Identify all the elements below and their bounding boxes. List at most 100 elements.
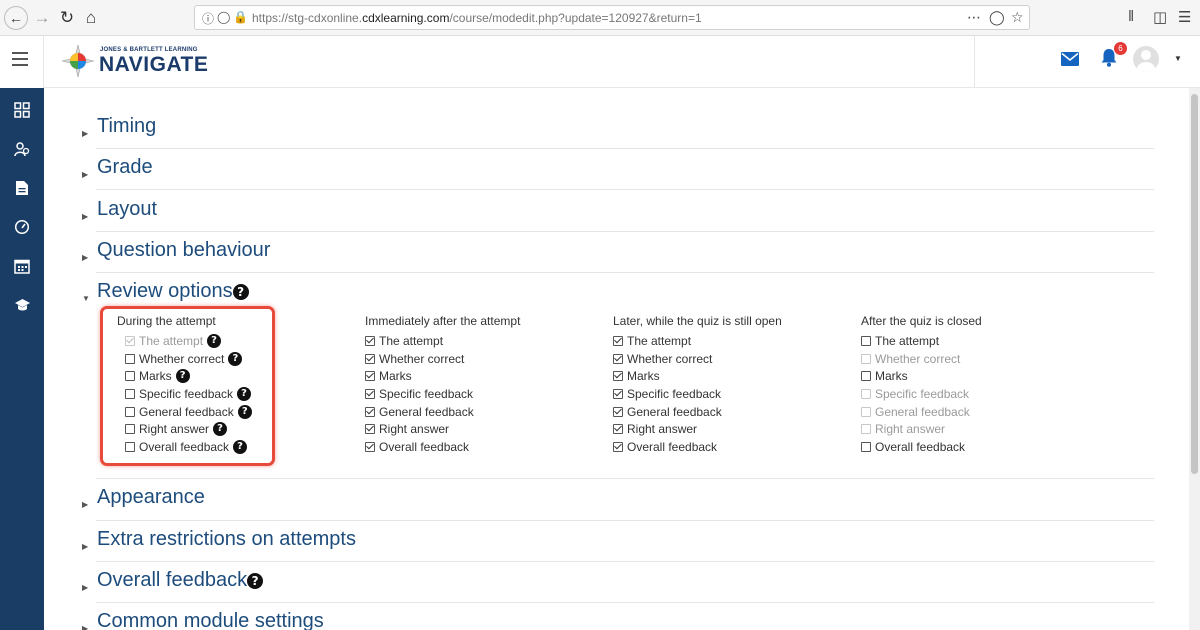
help-icon[interactable]: ? xyxy=(207,333,222,348)
review-option[interactable]: Marks? xyxy=(125,367,252,385)
review-option[interactable]: General feedback? xyxy=(125,403,252,421)
caret-right-icon[interactable]: ▶ xyxy=(82,253,88,262)
address-bar[interactable]: ⓘ ◯ 🔒 https://stg-cdxonline.cdxlearning.… xyxy=(194,5,1030,30)
review-option-checkbox[interactable] xyxy=(365,371,375,382)
section-label[interactable]: Appearance xyxy=(97,486,205,508)
navigate-logo-icon[interactable] xyxy=(61,44,95,78)
caret-right-icon[interactable]: ▶ xyxy=(82,583,88,592)
review-option-checkbox[interactable] xyxy=(613,335,623,346)
review-option-checkbox[interactable] xyxy=(125,388,135,399)
review-option[interactable]: Specific feedback xyxy=(365,385,520,403)
document-icon[interactable] xyxy=(8,174,36,202)
review-option[interactable]: The attempt? xyxy=(125,332,252,350)
section-title[interactable]: Review options? xyxy=(97,280,249,303)
review-option-checkbox[interactable] xyxy=(125,424,135,435)
section-title[interactable]: Extra restrictions on attempts xyxy=(97,528,356,551)
review-option[interactable]: General feedback xyxy=(861,403,982,421)
review-option-label[interactable]: Overall feedback xyxy=(627,440,717,454)
review-option-checkbox[interactable] xyxy=(125,371,135,382)
review-option-label[interactable]: The attempt xyxy=(379,334,443,348)
caret-right-icon[interactable]: ▶ xyxy=(82,542,88,551)
section-label[interactable]: Question behaviour xyxy=(97,239,270,261)
section-label[interactable]: Grade xyxy=(97,156,153,178)
review-option-checkbox[interactable] xyxy=(365,441,375,452)
review-option-label[interactable]: Right answer xyxy=(379,422,449,436)
review-option-label[interactable]: Whether correct xyxy=(627,352,712,366)
home-button[interactable]: ⌂ xyxy=(79,6,103,30)
help-icon[interactable]: ? xyxy=(247,572,264,589)
review-option[interactable]: General feedback xyxy=(613,403,782,421)
reload-button[interactable]: ↻ xyxy=(55,6,79,30)
section-label[interactable]: Extra restrictions on attempts xyxy=(97,528,356,550)
library-icon[interactable]: ‖ xyxy=(1128,8,1134,25)
help-icon[interactable]: ? xyxy=(237,404,252,419)
review-option[interactable]: Overall feedback? xyxy=(125,438,252,456)
review-option[interactable]: Whether correct xyxy=(613,350,782,368)
section-title[interactable]: Question behaviour xyxy=(97,239,270,262)
review-option[interactable]: The attempt xyxy=(365,332,520,350)
caret-right-icon[interactable]: ▶ xyxy=(82,500,88,509)
review-option-checkbox[interactable] xyxy=(365,335,375,346)
review-option-label[interactable]: Overall feedback xyxy=(379,440,469,454)
section-label[interactable]: Layout xyxy=(97,198,157,220)
review-option-label[interactable]: Marks xyxy=(875,369,908,383)
review-option-checkbox[interactable] xyxy=(125,441,135,452)
review-option-label[interactable]: Whether correct xyxy=(875,352,960,366)
review-option[interactable]: Whether correct xyxy=(861,350,982,368)
review-option-label[interactable]: General feedback xyxy=(627,405,722,419)
help-icon[interactable]: ? xyxy=(233,439,248,454)
gauge-icon[interactable] xyxy=(8,213,36,241)
review-option-label[interactable]: Specific feedback xyxy=(627,387,721,401)
review-option-label[interactable]: Right answer xyxy=(627,422,697,436)
help-icon[interactable]: ? xyxy=(228,351,243,366)
shield-icon[interactable]: ◯ xyxy=(217,10,230,24)
review-option-label[interactable]: Specific feedback xyxy=(379,387,473,401)
review-option-checkbox[interactable] xyxy=(125,353,135,364)
logo-wordmark[interactable]: NAVIGATE xyxy=(99,53,208,77)
section-label[interactable]: Common module settings xyxy=(97,610,324,630)
back-button[interactable]: ← xyxy=(4,6,28,30)
review-option[interactable]: The attempt xyxy=(613,332,782,350)
review-option-checkbox[interactable] xyxy=(365,353,375,364)
review-option[interactable]: Overall feedback xyxy=(613,438,782,456)
review-option[interactable]: The attempt xyxy=(861,332,982,350)
review-option-label[interactable]: General feedback xyxy=(139,405,234,419)
review-option[interactable]: General feedback xyxy=(365,403,520,421)
review-option[interactable]: Specific feedback xyxy=(613,385,782,403)
hamburger-menu-icon[interactable] xyxy=(12,52,28,70)
scrollbar-thumb[interactable] xyxy=(1191,94,1198,474)
messages-icon[interactable] xyxy=(1061,52,1079,71)
sidebar-toggle-icon[interactable]: ◫ xyxy=(1153,8,1167,26)
review-option-checkbox[interactable] xyxy=(125,406,135,417)
section-common-module-settings[interactable]: ▶ Common module settings xyxy=(78,610,1158,630)
review-option-checkbox[interactable] xyxy=(613,388,623,399)
review-option-label[interactable]: Specific feedback xyxy=(875,387,969,401)
review-option-label[interactable]: The attempt xyxy=(139,334,203,348)
user-menu-caret-icon[interactable]: ▼ xyxy=(1174,54,1182,63)
section-title[interactable]: Overall feedback? xyxy=(97,569,264,592)
review-option[interactable]: Specific feedback? xyxy=(125,385,252,403)
help-icon[interactable]: ? xyxy=(237,386,252,401)
bookmark-star-icon[interactable]: ☆ xyxy=(1011,9,1024,26)
review-option-checkbox[interactable] xyxy=(613,424,623,435)
review-option-label[interactable]: Whether correct xyxy=(139,352,224,366)
review-option-checkbox[interactable] xyxy=(613,371,623,382)
review-option[interactable]: Whether correct? xyxy=(125,350,252,368)
review-option-label[interactable]: Whether correct xyxy=(379,352,464,366)
participants-icon[interactable] xyxy=(8,135,36,163)
review-option-label[interactable]: Overall feedback xyxy=(139,440,229,454)
review-option-checkbox[interactable] xyxy=(861,335,871,346)
page-actions-icon[interactable]: ⋯ xyxy=(967,9,981,26)
review-option[interactable]: Specific feedback xyxy=(861,385,982,403)
review-option-label[interactable]: Marks xyxy=(627,369,660,383)
review-option-checkbox[interactable] xyxy=(365,424,375,435)
section-label[interactable]: Overall feedback xyxy=(97,569,247,591)
review-option-checkbox[interactable] xyxy=(613,406,623,417)
caret-right-icon[interactable]: ▶ xyxy=(82,212,88,221)
review-option[interactable]: Marks xyxy=(365,367,520,385)
review-option-checkbox[interactable] xyxy=(365,406,375,417)
review-option-label[interactable]: Marks xyxy=(139,369,172,383)
page-scrollbar[interactable] xyxy=(1189,88,1200,630)
review-option-label[interactable]: Overall feedback xyxy=(875,440,965,454)
section-label[interactable]: Review options xyxy=(97,280,233,302)
